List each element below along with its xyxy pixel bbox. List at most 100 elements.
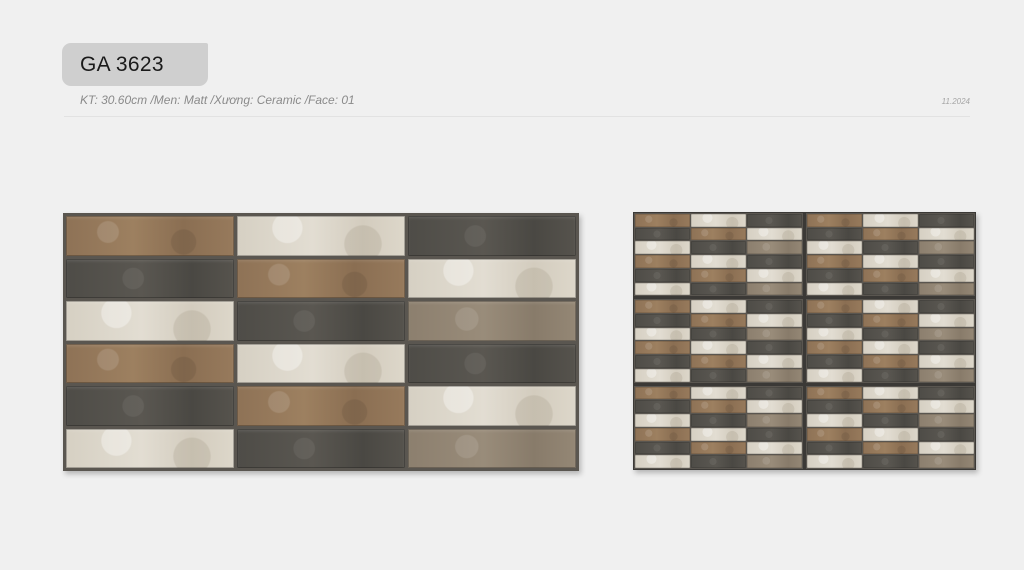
- tile-strip-dark: [691, 455, 746, 468]
- tile-strip-dark: [635, 268, 690, 282]
- tile-strip-brown: [807, 427, 862, 441]
- tile-strip-dark: [807, 441, 862, 455]
- tile-strip-brown: [635, 214, 690, 227]
- tile-strip-brown: [807, 341, 862, 355]
- tile-strip-brown: [635, 255, 690, 268]
- tile-strip-cream: [237, 343, 405, 383]
- tile-strip-taupe: [408, 428, 576, 468]
- product-specs: KT: 30.60cm /Men: Matt /Xương: Ceramic /…: [80, 93, 355, 107]
- tile-strip-cream: [691, 255, 746, 268]
- tile-strip-cream: [919, 441, 974, 455]
- tile-strip-cream: [691, 214, 746, 227]
- wall-tile: [634, 213, 803, 297]
- tile-strip-taupe: [747, 327, 802, 341]
- tile-strip-cream: [863, 386, 918, 400]
- tile-strip-brown: [863, 355, 918, 368]
- product-sheet: GA 3623 KT: 30.60cm /Men: Matt /Xương: C…: [0, 0, 1024, 570]
- tile-strip-dark: [863, 241, 918, 255]
- header-divider: [64, 116, 970, 117]
- tile-strip-brown: [237, 258, 405, 298]
- tile-strip-brown: [863, 314, 918, 327]
- tile-strip-dark: [919, 300, 974, 314]
- tile-strip-dark: [747, 255, 802, 268]
- tile-strip-cream: [863, 427, 918, 441]
- tile-strip-cream: [747, 268, 802, 282]
- tile-strip-cream: [863, 214, 918, 227]
- tile-strip-cream: [747, 400, 802, 414]
- tile-strip-brown: [807, 386, 862, 400]
- tile-strip-cream: [635, 414, 690, 427]
- tile-strip-dark: [635, 227, 690, 241]
- tile-strip-dark: [635, 355, 690, 368]
- tile-strip-dark: [691, 368, 746, 382]
- tile-strip-brown: [863, 400, 918, 414]
- tile-strip-dark: [635, 400, 690, 414]
- tile-strip-brown: [635, 427, 690, 441]
- tile-strip-cream: [66, 301, 234, 341]
- tile-strip-cream: [807, 327, 862, 341]
- tile-strip-dark: [747, 386, 802, 400]
- tile-strip-taupe: [747, 414, 802, 427]
- tile-strip-cream: [747, 355, 802, 368]
- tile-strip-taupe: [919, 241, 974, 255]
- tile-strip-cream: [408, 386, 576, 426]
- tile-strip-cream: [635, 241, 690, 255]
- tile-strip-dark: [807, 227, 862, 241]
- tile-wall-preview: [633, 212, 976, 470]
- tile-strip-taupe: [747, 241, 802, 255]
- tile-strip-dark: [919, 427, 974, 441]
- tile-strip-brown: [635, 300, 690, 314]
- tile-strip-brown: [691, 268, 746, 282]
- tile-strip-dark: [807, 400, 862, 414]
- tile-strip-cream: [807, 368, 862, 382]
- tile-strip-cream: [237, 216, 405, 256]
- tile-strip-dark: [863, 368, 918, 382]
- tile-strip-dark: [747, 341, 802, 355]
- tile-strip-cream: [635, 455, 690, 468]
- tile-strip-cream: [919, 314, 974, 327]
- tile-strip-dark: [863, 282, 918, 296]
- tile-strip-dark: [919, 214, 974, 227]
- tile-strip-cream: [863, 300, 918, 314]
- tile-strip-cream: [691, 300, 746, 314]
- wall-tile: [806, 213, 975, 297]
- tile-strip-cream: [807, 241, 862, 255]
- tile-strip-cream: [747, 314, 802, 327]
- tile-strip-brown: [635, 386, 690, 400]
- tile-strip-cream: [863, 255, 918, 268]
- tile-strip-cream: [691, 341, 746, 355]
- tile-strip-dark: [408, 216, 576, 256]
- tile-strip-taupe: [408, 301, 576, 341]
- tile-strip-dark: [807, 268, 862, 282]
- tile-strip-dark: [807, 314, 862, 327]
- tile-strip-cream: [635, 327, 690, 341]
- tile-strip-cream: [919, 227, 974, 241]
- wall-tile: [634, 299, 803, 383]
- tile-strip-dark: [237, 301, 405, 341]
- tile-strip-dark: [691, 327, 746, 341]
- tile-strip-cream: [635, 282, 690, 296]
- tile-strip-brown: [635, 341, 690, 355]
- tile-strip-cream: [747, 441, 802, 455]
- tile-strip-brown: [863, 441, 918, 455]
- tile-strip-brown: [691, 400, 746, 414]
- tile-strip-dark: [919, 386, 974, 400]
- tile-strip-dark: [66, 258, 234, 298]
- wall-tile: [806, 299, 975, 383]
- tile-strip-cream: [807, 414, 862, 427]
- tile-strip-dark: [691, 241, 746, 255]
- single-tile-preview: [63, 213, 579, 471]
- tile-strip-dark: [635, 441, 690, 455]
- tile-strip-cream: [919, 268, 974, 282]
- tile-strip-dark: [747, 300, 802, 314]
- tile-strip-dark: [66, 386, 234, 426]
- tile-strip-taupe: [919, 368, 974, 382]
- product-code-badge: GA 3623: [62, 43, 208, 86]
- tile-strip-cream: [919, 400, 974, 414]
- tile-strip-dark: [691, 414, 746, 427]
- tile-strip-taupe: [919, 282, 974, 296]
- tile-strip-taupe: [747, 282, 802, 296]
- tile-strip-brown: [66, 343, 234, 383]
- tile-strip-dark: [863, 414, 918, 427]
- tile-strip-dark: [919, 255, 974, 268]
